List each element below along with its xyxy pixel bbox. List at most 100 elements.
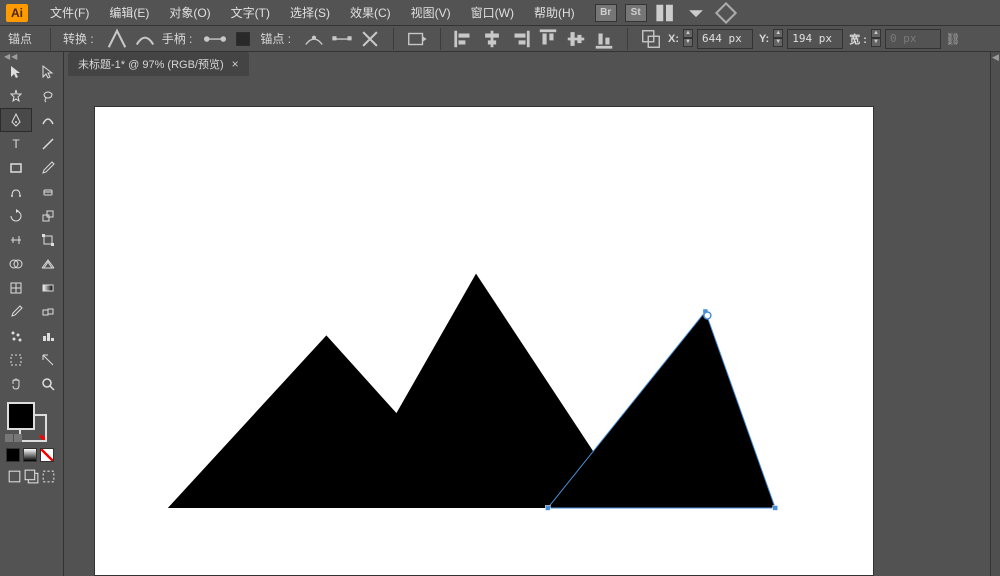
color-mode-gradient[interactable] <box>23 448 37 462</box>
bridge-button[interactable]: Br <box>595 4 617 22</box>
hand-tool[interactable] <box>0 372 32 396</box>
panel-expand-grip[interactable]: ◀ <box>991 52 1000 62</box>
isolate-icon[interactable] <box>406 28 428 50</box>
direct-selection-tool[interactable] <box>32 60 64 84</box>
convert-smooth-icon[interactable] <box>134 28 156 50</box>
align-top-icon[interactable] <box>537 28 559 50</box>
type-tool[interactable]: T <box>0 132 32 156</box>
perspective-grid-tool[interactable] <box>32 252 64 276</box>
align-bottom-icon[interactable] <box>593 28 615 50</box>
triangle-shape-selected[interactable] <box>548 311 775 507</box>
fill-swatch[interactable] <box>7 402 35 430</box>
shape-builder-tool[interactable] <box>0 252 32 276</box>
separator <box>627 28 628 50</box>
menu-type[interactable]: 文字(T) <box>221 0 280 25</box>
menu-help[interactable]: 帮助(H) <box>524 0 585 25</box>
hide-handles-icon[interactable] <box>232 28 254 50</box>
artwork-svg <box>95 107 873 576</box>
draw-inside-icon[interactable] <box>40 468 57 484</box>
tool-grid: T <box>0 60 63 396</box>
y-stepper[interactable]: ▲▼ <box>773 29 783 49</box>
color-swatches <box>0 396 63 444</box>
artboard-tool[interactable] <box>0 348 32 372</box>
menu-effect[interactable]: 效果(C) <box>340 0 401 25</box>
paintbrush-tool[interactable] <box>32 156 64 180</box>
align-vcenter-icon[interactable] <box>565 28 587 50</box>
selection-tool[interactable] <box>0 60 32 84</box>
selected-anchor-indicator[interactable] <box>704 312 711 319</box>
align-left-icon[interactable] <box>453 28 475 50</box>
slice-tool[interactable] <box>32 348 64 372</box>
w-input <box>885 29 941 49</box>
column-graph-tool[interactable] <box>32 324 64 348</box>
stock-button[interactable]: St <box>625 4 647 22</box>
convert-corner-icon[interactable] <box>106 28 128 50</box>
x-stepper[interactable]: ▲▼ <box>683 29 693 49</box>
rectangle-tool[interactable] <box>0 156 32 180</box>
sync-settings-icon[interactable] <box>715 4 737 22</box>
doc-tab-title: 未标题-1* @ 97% (RGB/预览) <box>78 56 224 72</box>
pen-tool[interactable] <box>0 108 32 132</box>
menu-window[interactable]: 窗口(W) <box>461 0 524 25</box>
artboard[interactable] <box>94 106 874 576</box>
separator <box>393 28 394 50</box>
x-label: X: <box>668 33 679 45</box>
link-wh-icon[interactable]: ⛓ <box>947 32 959 46</box>
doc-tab[interactable]: 未标题-1* @ 97% (RGB/预览) × <box>68 52 249 76</box>
anchor-handle[interactable] <box>773 505 778 510</box>
shape-mode-icon[interactable] <box>640 28 662 50</box>
x-input[interactable] <box>697 29 753 49</box>
connect-endpoints-icon[interactable] <box>331 28 353 50</box>
zoom-tool[interactable] <box>32 372 64 396</box>
menu-file[interactable]: 文件(F) <box>40 0 99 25</box>
eyedropper-tool[interactable] <box>0 300 32 324</box>
arrange-documents-icon[interactable] <box>655 4 677 22</box>
magic-wand-tool[interactable] <box>0 84 32 108</box>
menu-object[interactable]: 对象(O) <box>159 0 220 25</box>
curvature-tool[interactable] <box>32 108 64 132</box>
color-mode-solid[interactable] <box>6 448 20 462</box>
app-logo: Ai <box>6 4 28 22</box>
rotate-tool[interactable] <box>0 204 32 228</box>
width-label: 宽 : <box>849 31 867 47</box>
free-transform-tool[interactable] <box>32 228 64 252</box>
draw-normal-icon[interactable] <box>6 468 23 484</box>
mesh-tool[interactable] <box>0 276 32 300</box>
gradient-tool[interactable] <box>32 276 64 300</box>
doc-tabs: 未标题-1* @ 97% (RGB/预览) × <box>64 52 990 76</box>
menu-view[interactable]: 视图(V) <box>401 0 461 25</box>
symbol-sprayer-tool[interactable] <box>0 324 32 348</box>
svg-text:T: T <box>12 137 20 151</box>
y-input[interactable] <box>787 29 843 49</box>
menu-select[interactable]: 选择(S) <box>280 0 340 25</box>
y-label: Y: <box>759 33 769 45</box>
remove-anchor-icon[interactable] <box>303 28 325 50</box>
draw-mode-row <box>0 466 63 486</box>
line-segment-tool[interactable] <box>32 132 64 156</box>
align-right-icon[interactable] <box>509 28 531 50</box>
doc-tab-close[interactable]: × <box>232 57 239 71</box>
canvas-viewport[interactable] <box>64 76 990 576</box>
anchors-label: 锚点 : <box>260 30 291 47</box>
color-mode-row <box>0 444 63 466</box>
align-hcenter-icon[interactable] <box>481 28 503 50</box>
draw-behind-icon[interactable] <box>23 468 40 484</box>
anchor-handle[interactable] <box>545 505 550 510</box>
shaper-tool[interactable] <box>0 180 32 204</box>
scale-tool[interactable] <box>32 204 64 228</box>
color-mode-none[interactable] <box>40 448 54 462</box>
w-stepper[interactable]: ▲▼ <box>871 29 881 49</box>
swap-default-swatch[interactable] <box>5 434 22 442</box>
anchor-mode-label: 锚点 <box>8 30 32 47</box>
right-panels-collapsed[interactable]: ◀ <box>990 52 1000 576</box>
main-area: ◀◀ T 未标题-1* @ 97% (RGB/预览) × <box>0 52 1000 576</box>
lasso-tool[interactable] <box>32 84 64 108</box>
menu-edit[interactable]: 编辑(E) <box>99 0 159 25</box>
cut-path-icon[interactable] <box>359 28 381 50</box>
eraser-tool[interactable] <box>32 180 64 204</box>
show-handles-icon[interactable] <box>204 28 226 50</box>
width-tool[interactable] <box>0 228 32 252</box>
toolbox-grip[interactable]: ◀◀ <box>0 52 63 60</box>
workspace-switcher-icon[interactable] <box>685 4 707 22</box>
blend-tool[interactable] <box>32 300 64 324</box>
